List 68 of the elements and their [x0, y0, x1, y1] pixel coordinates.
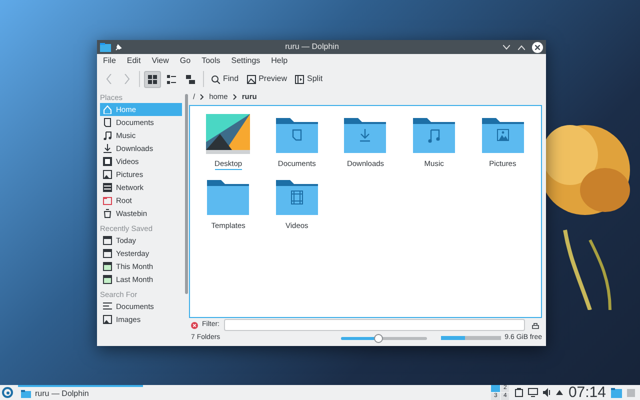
task-button[interactable]: ruru — Dolphin [18, 385, 143, 400]
compact-view-icon [167, 74, 176, 84]
menu-item[interactable]: Help [271, 55, 288, 67]
maximize-button[interactable] [517, 42, 526, 52]
expand-tray-icon [556, 390, 564, 395]
text-lines-icon [103, 302, 112, 311]
close-button[interactable] [532, 42, 543, 52]
menu-item[interactable]: Edit [126, 55, 141, 67]
find-button[interactable]: Find [208, 70, 242, 88]
picture-icon [496, 129, 509, 141]
trash-icon [103, 209, 112, 218]
calendar-icon [103, 262, 112, 271]
menu-item[interactable]: Settings [231, 55, 260, 67]
clear-filter-button[interactable] [191, 322, 198, 328]
pin-icon [115, 44, 122, 50]
split-view-icon [295, 74, 304, 84]
chevron-right-icon [200, 94, 204, 100]
image-icon [246, 74, 256, 84]
close-icon [193, 324, 196, 326]
lock-icon [532, 322, 539, 328]
icons-view-icon [148, 74, 157, 84]
dot-icon [6, 390, 10, 394]
network-icon [103, 183, 112, 192]
chevron-right-icon [124, 74, 130, 84]
music-note-icon [428, 129, 440, 143]
search-icon [211, 74, 220, 84]
calendar-icon [103, 236, 112, 245]
home-icon [103, 105, 112, 114]
chevron-right-icon [232, 94, 237, 100]
close-icon [535, 44, 540, 50]
folder-icon [611, 388, 622, 398]
folder-icon [100, 42, 111, 52]
music-note-icon [103, 131, 112, 140]
picture-icon [103, 170, 112, 179]
split-button[interactable]: Split [292, 70, 326, 88]
desktop-thumbnail-drawing [206, 114, 250, 154]
menu-item[interactable]: Tools [202, 55, 220, 67]
document-icon [292, 129, 302, 141]
minimize-button[interactable] [502, 42, 511, 52]
calendar-icon [103, 249, 112, 258]
details-view-icon [186, 74, 195, 84]
folder-icon [103, 196, 112, 205]
square-icon [627, 388, 635, 396]
download-icon [103, 144, 112, 153]
download-icon [360, 128, 372, 142]
preview-button[interactable]: Preview [244, 70, 290, 88]
picture-icon [103, 315, 112, 324]
view-mode-button[interactable] [144, 70, 161, 88]
menu-item[interactable]: View [152, 55, 169, 67]
document-icon [103, 118, 112, 127]
zoom-slider[interactable] [340, 336, 427, 340]
clipboard-icon [515, 388, 524, 397]
scrollbar-thumb[interactable] [185, 94, 188, 294]
clock: 07:14 [568, 385, 606, 400]
chevron-left-icon [106, 74, 112, 84]
filter-field[interactable] [224, 319, 525, 331]
speaker-icon [543, 388, 552, 397]
folder-icon [21, 390, 31, 398]
monitor-icon [528, 388, 538, 397]
slider-thumb[interactable] [374, 334, 383, 342]
launcher-button[interactable] [2, 387, 13, 398]
menu-item[interactable]: File [103, 55, 116, 67]
chevron-down-icon [503, 44, 510, 50]
calendar-icon [103, 275, 112, 284]
chevron-up-icon [518, 44, 525, 50]
menu-item[interactable]: Go [180, 55, 191, 67]
window-title: ruru — Dolphin [284, 43, 340, 51]
desktop-pager-cell[interactable] [491, 385, 500, 392]
